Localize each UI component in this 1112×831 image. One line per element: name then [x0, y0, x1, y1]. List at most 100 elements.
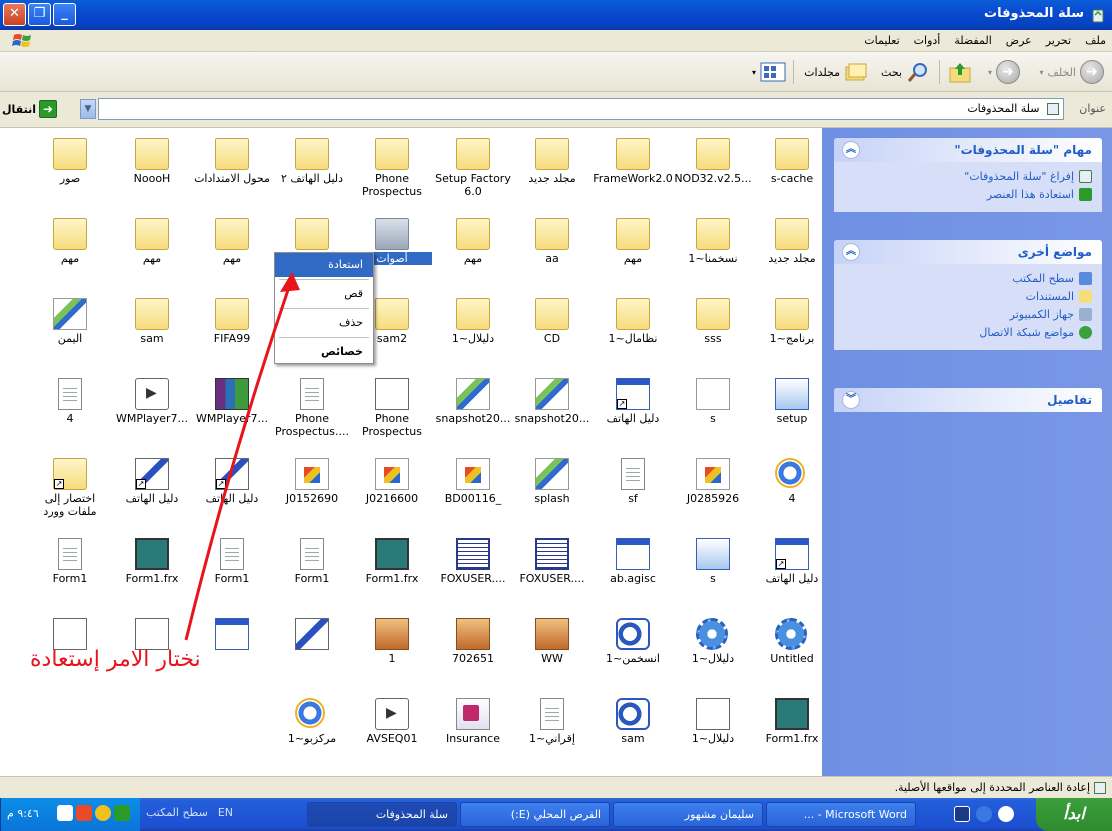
file-item[interactable]: Setup Factory 6.0	[433, 132, 513, 208]
file-item[interactable]: aa	[512, 212, 592, 288]
close-button[interactable]: ✕	[3, 3, 26, 26]
file-item[interactable]: 4	[752, 452, 832, 528]
menu-help[interactable]: تعليمات	[864, 34, 899, 47]
file-item[interactable]: مركزبو~1	[272, 692, 352, 768]
file-list-view[interactable]: s-cache NOD32.v2.5... FrameWork2.0 مجلد جدي…	[0, 128, 822, 776]
file-item[interactable]: Phone Prospectus	[352, 132, 432, 208]
menu-favorites[interactable]: المفضلة	[954, 34, 991, 47]
tray-icon-2[interactable]	[95, 805, 111, 821]
up-button[interactable]	[948, 58, 972, 86]
ie-icon[interactable]	[976, 806, 992, 822]
file-item[interactable]: sss	[673, 292, 753, 368]
address-input[interactable]: سلة المحذوفات	[98, 98, 1064, 120]
show-desktop-icon[interactable]	[998, 806, 1014, 822]
file-item[interactable]: دليل الهاتف ٢	[272, 132, 352, 208]
expand-icon[interactable]: ︾	[842, 391, 860, 409]
my-computer-link[interactable]: جهاز الكمبيوتر	[844, 306, 1092, 322]
file-item[interactable]: مهم	[433, 212, 513, 288]
file-item[interactable]: محول الامتدادات	[192, 132, 272, 208]
desktop-toolbar[interactable]: EN سطح المكتب	[146, 806, 233, 819]
file-item[interactable]: مهم	[593, 212, 673, 288]
file-item[interactable]: صور	[30, 132, 110, 208]
file-item[interactable]: NOD32.v2.5...	[673, 132, 753, 208]
file-item[interactable]: snapshot20...	[433, 372, 513, 448]
file-item[interactable]: splash	[512, 452, 592, 528]
tray-icon-4[interactable]	[57, 805, 73, 821]
file-item[interactable]: Untitled	[752, 612, 832, 688]
file-item[interactable]: J0216600	[352, 452, 432, 528]
menu-file[interactable]: ملف	[1085, 34, 1106, 47]
taskbar-drive-e[interactable]: القرص المحلي (E:)	[460, 802, 610, 827]
file-item[interactable]: مجلد جديد	[752, 212, 832, 288]
file-item[interactable]: s-cache	[752, 132, 832, 208]
file-item[interactable]: WW	[512, 612, 592, 688]
folders-button[interactable]: مجلدات	[804, 58, 868, 86]
empty-recycle-bin-link[interactable]: إفراغ "سلة المحذوفات"	[844, 168, 1092, 184]
file-item[interactable]: ab.agisc	[593, 532, 673, 608]
file-item[interactable]: sf	[593, 452, 673, 528]
file-item[interactable]: s	[673, 532, 753, 608]
taskbar-folder[interactable]: سليمان مشهور	[613, 802, 763, 827]
file-item[interactable]: نظامال~1	[593, 292, 673, 368]
search-button[interactable]: بحث	[881, 58, 930, 86]
start-button[interactable]: ابدأ	[1036, 798, 1112, 831]
details-header[interactable]: تفاصيل ︾	[834, 388, 1102, 412]
taskbar-recycle-bin[interactable]: سلة المحذوفات	[307, 802, 457, 827]
file-item[interactable]: 702651	[433, 612, 513, 688]
lang-indicator[interactable]: EN	[218, 806, 233, 819]
other-places-header[interactable]: مواضع أخرى ︽	[834, 240, 1102, 264]
menu-edit[interactable]: تحرير	[1046, 34, 1071, 47]
file-item[interactable]: نسخمنا~1	[673, 212, 753, 288]
file-item[interactable]: s	[673, 372, 753, 448]
file-item[interactable]: مجلد جديد	[512, 132, 592, 208]
file-item[interactable]: ↗ دليل الهاتف	[752, 532, 832, 608]
address-dropdown-button[interactable]: ▼	[80, 99, 96, 119]
file-item[interactable]: J0285926	[673, 452, 753, 528]
maximize-button[interactable]: ❐	[28, 3, 51, 26]
file-item[interactable]: 1	[352, 612, 432, 688]
collapse-icon[interactable]: ︽	[842, 243, 860, 261]
file-item[interactable]: Form1.frx	[752, 692, 832, 768]
file-item[interactable]: اليمن	[30, 292, 110, 368]
file-item[interactable]: ↗ دليل الهاتف	[593, 372, 673, 448]
file-item[interactable]: دليلال~1	[673, 612, 753, 688]
views-button[interactable]: ▾	[752, 58, 786, 86]
tasks-panel-header[interactable]: مهام "سلة المحذوفات" ︽	[834, 138, 1102, 162]
file-item[interactable]: Phone Prospectus	[352, 372, 432, 448]
file-item[interactable]: FrameWork2.0	[593, 132, 673, 208]
forward-button[interactable]: ➜ ▾	[988, 58, 1020, 86]
file-item[interactable]: انسخمن~1	[593, 612, 673, 688]
file-item[interactable]: NoooH	[112, 132, 192, 208]
tray-icon-3[interactable]	[76, 805, 92, 821]
file-item[interactable]: sam	[593, 692, 673, 768]
go-button[interactable]: ➜ انتقال	[2, 98, 57, 120]
file-item[interactable]: BD00116_	[433, 452, 513, 528]
taskbar-word[interactable]: Microsoft Word - ...	[766, 802, 916, 827]
file-item[interactable]: FOXUSER....	[512, 532, 592, 608]
desktop-link[interactable]: سطح المكتب	[844, 270, 1092, 286]
file-item[interactable]: snapshot20...	[512, 372, 592, 448]
media-player-icon[interactable]	[954, 806, 970, 822]
menu-tools[interactable]: أدوات	[914, 34, 941, 47]
tray-icon-1[interactable]	[114, 805, 130, 821]
menu-view[interactable]: عرض	[1006, 34, 1032, 47]
file-item[interactable]: 4	[30, 372, 110, 448]
file-item[interactable]: إقراني~1	[512, 692, 592, 768]
file-item[interactable]: FOXUSER....	[433, 532, 513, 608]
collapse-icon[interactable]: ︽	[842, 141, 860, 159]
file-item[interactable]: setup	[752, 372, 832, 448]
file-item[interactable]: دليلال~1	[673, 692, 753, 768]
file-item[interactable]: Form1	[30, 532, 110, 608]
file-item[interactable]: مهم	[30, 212, 110, 288]
documents-link[interactable]: المستندات	[844, 288, 1092, 304]
back-button[interactable]: ➜ الخلف ▾	[1039, 58, 1104, 86]
file-item[interactable]: برنامج~1	[752, 292, 832, 368]
restore-item-link[interactable]: استعادة هذا العنصر	[844, 186, 1092, 202]
file-item[interactable]: دليلال~1	[433, 292, 513, 368]
minimize-button[interactable]: _	[53, 3, 76, 26]
file-item[interactable]: ↗ اختصار إلى ملفات وورد	[30, 452, 110, 528]
file-item[interactable]: CD	[512, 292, 592, 368]
file-item[interactable]: Form1.frx	[352, 532, 432, 608]
file-item[interactable]: Insurance	[433, 692, 513, 768]
network-places-link[interactable]: مواضع شبكة الاتصال	[844, 324, 1092, 340]
